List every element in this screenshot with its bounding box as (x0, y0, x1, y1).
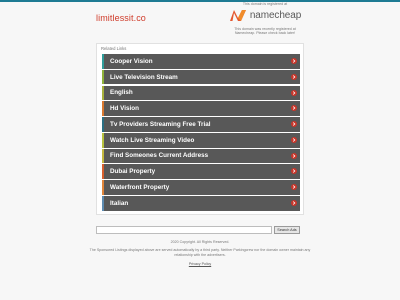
related-link-label: Dubai Property (110, 168, 156, 176)
related-link[interactable]: Live Television Stream (102, 69, 300, 85)
disclaimer-line1: The Sponsored Listings displayed above a… (89, 248, 311, 252)
copyright-notice: 2020 Copyright. All Rights Reserved. (170, 240, 230, 244)
chevron-right-icon (291, 184, 297, 191)
related-link[interactable]: Find Someones Current Address (102, 148, 300, 164)
related-link[interactable]: Italian (102, 196, 300, 211)
disclaimer-line2: relationship with the advertisers. (174, 252, 226, 257)
chevron-right-icon (291, 168, 297, 175)
related-links-list: Cooper Vision Live Television Stream Eng… (102, 54, 300, 212)
registrar-intro: This domain is registered at (242, 2, 288, 6)
related-link[interactable]: Tv Providers Streaming Free Trial (102, 117, 300, 132)
related-link-label: Hd Vision (110, 105, 139, 113)
sponsored-disclaimer: The Sponsored Listings displayed above a… (70, 248, 330, 257)
search-ads-button[interactable]: Search Ads (274, 226, 300, 234)
related-link[interactable]: Dubai Property (102, 164, 300, 180)
registrar-note: This domain was recently registered at N… (228, 27, 302, 36)
namecheap-n-icon (229, 10, 246, 21)
related-link[interactable]: English (102, 85, 300, 101)
related-link-label: Find Someones Current Address (110, 152, 209, 160)
related-link[interactable]: Watch Live Streaming Video (102, 132, 300, 148)
chevron-right-icon (291, 136, 297, 143)
related-link-label: Live Television Stream (110, 73, 178, 81)
chevron-right-icon (291, 73, 297, 80)
namecheap-logo[interactable]: namecheap (228, 8, 302, 24)
top-accent-rule (0, 0, 400, 2)
search-input[interactable] (96, 226, 272, 234)
related-link-label: Cooper Vision (110, 57, 153, 65)
registrar-block: This domain is registered at namecheap T… (228, 2, 302, 35)
related-link[interactable]: Hd Vision (102, 101, 300, 116)
related-link-label: Watch Live Streaming Video (110, 136, 195, 144)
related-links-heading: Related Links (101, 46, 127, 51)
chevron-right-icon (291, 105, 297, 112)
search-bar: Search Ads (96, 226, 304, 234)
related-link-label: English (110, 89, 133, 97)
related-link-label: Tv Providers Streaming Free Trial (110, 120, 211, 128)
related-link[interactable]: Waterfront Property (102, 180, 300, 195)
related-link[interactable]: Cooper Vision (102, 54, 300, 69)
namecheap-wordmark: namecheap (249, 10, 302, 21)
privacy-policy-link[interactable]: Privacy Policy (0, 262, 400, 266)
chevron-right-icon (291, 89, 297, 96)
chevron-right-icon (291, 58, 297, 64)
related-links-panel: Related Links Cooper Vision Live Televis… (96, 43, 304, 215)
chevron-right-icon (291, 200, 297, 207)
domain-name: limitlessit.co (96, 13, 146, 23)
related-link-label: Italian (110, 199, 129, 207)
registrar-note-line2: Namecheap. Please check back later! (234, 30, 296, 35)
chevron-right-icon (291, 152, 297, 159)
related-link-label: Waterfront Property (110, 184, 170, 192)
chevron-right-icon (291, 121, 297, 128)
